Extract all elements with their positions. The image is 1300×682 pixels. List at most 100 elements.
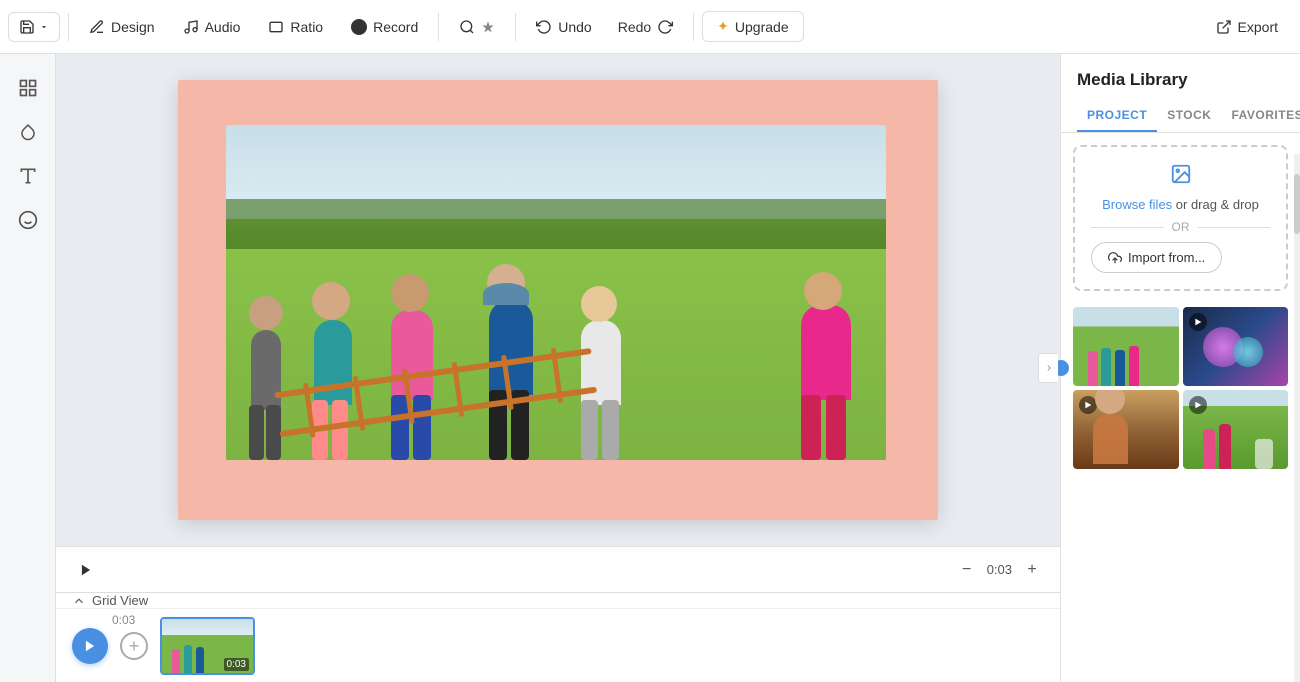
redo-icon xyxy=(657,19,673,35)
play-button[interactable] xyxy=(72,556,100,584)
upgrade-sparkle-icon: ✦ xyxy=(717,18,729,35)
media-item-3[interactable] xyxy=(1073,390,1179,469)
media-grid xyxy=(1061,303,1300,473)
toolbar: Design Audio Ratio Record Undo Redo ✦ Up… xyxy=(0,0,1300,54)
divider-2 xyxy=(438,13,439,41)
video-play-icon-2 xyxy=(1189,313,1207,331)
timeline: Grid View 0:03 + xyxy=(56,592,1060,682)
right-panel: Media Library PROJECT STOCK FAVORITES Br… xyxy=(1060,54,1300,682)
elements-tool-button[interactable] xyxy=(10,202,46,238)
media-item-4[interactable] xyxy=(1183,390,1289,469)
zoom-out-icon: − xyxy=(962,561,971,579)
canvas-workspace xyxy=(56,54,1060,546)
slide-image xyxy=(226,125,886,460)
chevron-up-icon xyxy=(72,594,86,608)
redo-label: Redo xyxy=(618,19,651,35)
right-panel-scroll[interactable]: Browse files or drag & drop OR Import fr… xyxy=(1061,133,1300,682)
undo-redo-group: Undo Redo xyxy=(524,13,685,41)
text-tool-button[interactable] xyxy=(10,158,46,194)
divider-4 xyxy=(693,13,694,41)
clip-thumbnail[interactable]: 0:03 xyxy=(160,617,255,675)
import-label: Import from... xyxy=(1128,250,1205,265)
ratio-icon xyxy=(268,19,284,35)
upload-image-icon xyxy=(1091,163,1270,191)
audio-icon xyxy=(183,19,199,35)
play-icon xyxy=(79,563,93,577)
grid-tool-button[interactable] xyxy=(10,70,46,106)
grid-view-label: Grid View xyxy=(92,593,148,608)
elements-tool-icon xyxy=(18,210,38,230)
undo-label: Undo xyxy=(558,19,591,35)
upload-zone-text: Browse files or drag & drop xyxy=(1091,197,1270,212)
child-figure-6 xyxy=(796,280,856,460)
left-toolbar xyxy=(0,54,56,682)
design-label: Design xyxy=(111,19,155,35)
record-button[interactable]: Record xyxy=(339,13,430,41)
divider-3 xyxy=(515,13,516,41)
upgrade-label: Upgrade xyxy=(735,19,789,35)
media-library-tabs: PROJECT STOCK FAVORITES xyxy=(1061,90,1300,133)
media-item-1[interactable] xyxy=(1073,307,1179,386)
save-icon xyxy=(19,19,35,35)
undo-icon xyxy=(536,19,552,35)
timeline-body: 0:03 + xyxy=(56,609,1060,682)
drag-drop-text: or drag & drop xyxy=(1172,197,1259,212)
panel-collapse-button[interactable] xyxy=(1038,353,1058,383)
design-icon xyxy=(89,19,105,35)
zoom-in-icon: + xyxy=(1027,561,1036,579)
slide-container[interactable] xyxy=(178,80,938,520)
media-library-title: Media Library xyxy=(1061,54,1300,90)
add-clip-button[interactable]: + xyxy=(120,632,148,660)
add-icon: + xyxy=(129,636,140,657)
main-area: − 0:03 + Grid View 0:03 xyxy=(0,54,1300,682)
video-play-icon-4 xyxy=(1189,396,1207,414)
drop-tool-button[interactable] xyxy=(10,114,46,150)
sparkle-icon xyxy=(481,20,495,34)
text-tool-icon xyxy=(18,166,38,186)
video-controls: − 0:03 + xyxy=(56,546,1060,592)
redo-button[interactable]: Redo xyxy=(606,13,685,41)
grid-view-toggle[interactable]: Grid View xyxy=(72,593,148,608)
record-icon xyxy=(351,19,367,35)
timeline-play-icon xyxy=(83,639,97,653)
audio-button[interactable]: Audio xyxy=(171,13,253,41)
export-button[interactable]: Export xyxy=(1202,13,1292,41)
search-button[interactable] xyxy=(447,13,507,41)
divider-1 xyxy=(68,13,69,41)
upload-zone[interactable]: Browse files or drag & drop OR Import fr… xyxy=(1073,145,1288,291)
undo-button[interactable]: Undo xyxy=(524,13,603,41)
zoom-out-button[interactable]: − xyxy=(955,558,979,582)
export-icon xyxy=(1216,19,1232,35)
canvas-area: − 0:03 + Grid View 0:03 xyxy=(56,54,1060,682)
tab-project[interactable]: PROJECT xyxy=(1077,100,1157,132)
chevron-right-icon xyxy=(1044,363,1054,373)
or-label: OR xyxy=(1172,220,1190,234)
timeline-header: Grid View xyxy=(56,593,1060,609)
grid-tool-icon xyxy=(18,78,38,98)
slide-image-inner xyxy=(226,125,886,460)
browse-files-link[interactable]: Browse files xyxy=(1102,197,1172,212)
zoom-in-button[interactable]: + xyxy=(1020,558,1044,582)
save-button[interactable] xyxy=(8,12,60,42)
right-panel-scrollbar[interactable] xyxy=(1294,154,1300,682)
tab-stock[interactable]: STOCK xyxy=(1157,100,1221,132)
time-display: 0:03 xyxy=(987,562,1012,577)
media-item-2[interactable] xyxy=(1183,307,1289,386)
upgrade-button[interactable]: ✦ Upgrade xyxy=(702,11,803,42)
timeline-play-button[interactable] xyxy=(72,628,108,664)
right-panel-scroll-thumb[interactable] xyxy=(1294,174,1300,234)
clip-duration: 0:03 xyxy=(224,658,249,671)
audio-label: Audio xyxy=(205,19,241,35)
trees-bg xyxy=(226,199,886,249)
timeline-time-marker: 0:03 xyxy=(112,613,135,627)
record-label: Record xyxy=(373,19,418,35)
search-icon xyxy=(459,19,475,35)
cloud-upload-icon xyxy=(1108,251,1122,265)
ratio-button[interactable]: Ratio xyxy=(256,13,335,41)
ratio-label: Ratio xyxy=(290,19,323,35)
import-button[interactable]: Import from... xyxy=(1091,242,1222,273)
design-button[interactable]: Design xyxy=(77,13,167,41)
save-dropdown-icon xyxy=(39,22,49,32)
tab-favorites[interactable]: FAVORITES xyxy=(1221,100,1300,132)
upload-or-divider: OR xyxy=(1091,220,1270,234)
